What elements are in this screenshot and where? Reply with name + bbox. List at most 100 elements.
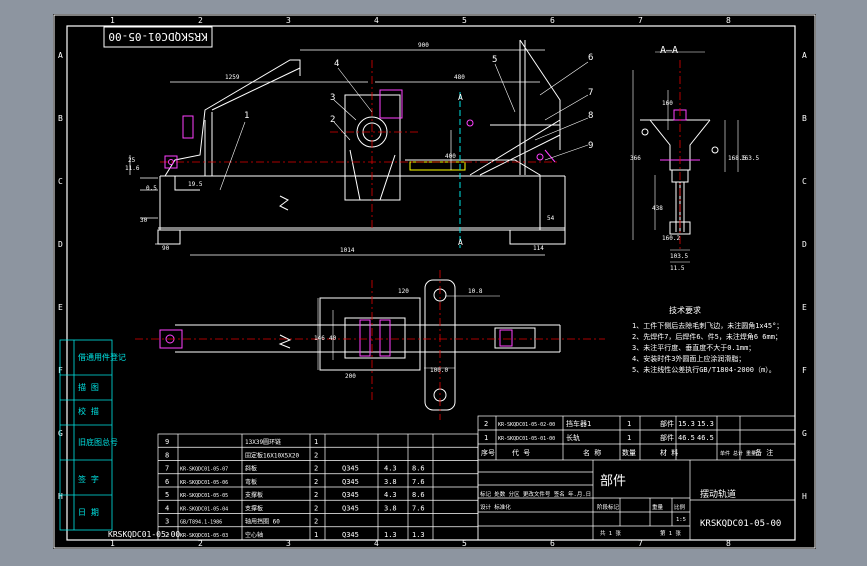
stamp-label: 日 期 [78,508,99,517]
zone-row-left: A [58,51,63,60]
dimension-d108: 10.8 [468,288,483,295]
bom-header-cell: 代 号 [512,448,530,457]
stamp-label: 旧底图总号 [78,437,118,447]
lower-bom-name: 轴用挡圈 60 [245,518,280,526]
bom-cell-material: 部件 [660,419,674,428]
bom-cell-name: 挡车器1 [566,419,591,428]
dimension-d1035: 103.5 [670,253,688,260]
zone-col-top: 6 [550,16,555,25]
corner-drawing-number: KRSKQDC01-05-00 [108,530,180,539]
lower-bom-no: 9 [165,438,169,446]
zone-col-top: 3 [286,16,291,25]
lower-bom-material: Q345 [342,478,359,486]
zone-row-right: G [802,429,807,438]
bom-cell-unit-weight: 46.5 [678,434,695,442]
lower-bom-qty: 2 [314,465,318,473]
title-block-label: 部件 [600,474,626,489]
lower-bom-qty: 2 [314,451,318,459]
balloon-7: 7 [588,88,593,98]
section-title: A—A [660,45,678,56]
lower-bom-name: 固定板16X10X5X20 [245,451,300,459]
lower-bom-no: 3 [165,518,169,526]
bom-header-cell: 单件 总计 重量 [720,450,756,457]
lower-bom-code: KR-SKQDC01-05-03 [180,533,228,539]
section-cut-mark: A [458,238,463,247]
lower-bom-total-weight: 8.6 [412,465,425,473]
title-block-sheets: 共 1 张 [600,529,621,537]
lower-bom-qty: 2 [314,478,318,486]
lower-bom-unit-weight: 4.3 [384,491,397,499]
bom-header-cell: 数量 [622,448,636,457]
lower-bom-name: 支撑板 [245,504,263,512]
lower-bom-total-weight: 1.3 [412,531,425,539]
lower-bom-name: 支撑板 [245,491,263,499]
dimension-d195: 19.5 [188,181,203,188]
dimension-d400: 400 [445,153,456,160]
zone-row-left: D [58,240,63,249]
title-block-ratio: 比例 [674,503,686,511]
lower-bom-no: 8 [165,451,169,459]
lower-bom-material: Q345 [342,491,359,499]
bom-cell-name: 长轨 [566,433,580,442]
lower-bom-no: 7 [165,465,169,473]
dimension-d54: 54 [547,215,555,222]
zone-row-left: E [58,303,63,312]
zone-col-bottom: 1 [110,539,115,548]
lower-bom-no: 4 [165,504,169,512]
dimension-d1259: 1259 [225,74,240,81]
zone-col-top: 5 [462,16,467,25]
bom-header-cell: 备 注 [755,448,773,457]
zone-row-left: C [58,177,63,186]
dimension-d1014: 1014 [340,247,355,254]
dimension-d100: 100.0 [430,367,448,374]
drawing-title: 摆动轨道 [700,488,736,500]
dimension-d1602: 160.2 [662,235,680,242]
lower-bom-unit-weight: 4.3 [384,465,397,473]
dimension-d30: 30 [140,217,148,224]
zone-row-left: B [58,114,63,123]
lower-bom-code: KR-SKQDC01-05-07 [180,467,228,473]
dimension-d200: 200 [345,373,356,380]
lower-bom-qty: 2 [314,491,318,499]
zone-row-right: B [802,114,807,123]
stamp-label: 校 描 [78,406,99,416]
zone-col-top: 4 [374,16,379,25]
zone-row-right: H [802,492,807,501]
lower-bom-material: Q345 [342,465,359,473]
bom-cell-qty: 1 [627,434,631,442]
title-block-sheet: 第 1 张 [660,529,681,537]
bom-cell-total-weight: 46.5 [697,434,714,442]
stamp-label: 签 字 [78,474,99,484]
bom-header-cell: 材 料 [660,448,678,457]
lower-bom-qty: 2 [314,504,318,512]
drawing-number-rotated: KRSKQDC01-05-00 [108,30,207,43]
lower-bom-total-weight: 7.6 [412,478,425,486]
balloon-5: 5 [492,55,497,65]
lower-bom-name: 13X39圆环链 [245,438,281,446]
bom-cell-total-weight: 15.3 [697,420,714,428]
title-block-scale: 1:5 [676,517,686,523]
lower-bom-code: KR-SKQDC01-05-04 [180,506,228,512]
lower-bom-name: 空心轴 [245,531,263,539]
bom-cell-code: KR-SKQDC01-05-01-00 [498,436,555,442]
tech-note-line: 4、安装时件3外圆面上应涂润滑脂； [632,354,745,363]
tech-note-line: 1、工件下侧后去除毛刺飞边，未注圆角1x45°； [632,321,783,330]
lower-bom-no: 6 [165,478,169,486]
stamp-label: 借通用件登记 [78,352,126,362]
dimension-d25: 25 [128,157,136,164]
dimension-d900: 900 [418,42,429,49]
tech-note-line: 2、先焊件7，后焊件6、件5，未注焊角6 6mm； [632,332,782,341]
dimension-d1635: 163.5 [741,155,759,162]
zone-col-top: 1 [110,16,115,25]
zone-col-top: 7 [638,16,643,25]
cad-viewport[interactable]: A A B B C C D D E E F F G G H H 1 1 2 2 3 3 4 4 5 5 6 6 7 7 8 8 KRSKQD… [0,0,867,562]
title-block-revision-row: 标记 处数 分区 更改文件号 签名 年.月.日 [480,490,591,498]
tech-notes-title: 技术要求 [669,305,701,315]
zone-col-top: 8 [726,16,731,25]
lower-bom-qty: 1 [314,438,318,446]
drawing-number-title-block: KRSKQDC01-05-00 [700,519,781,529]
lower-bom-no: 5 [165,491,169,499]
lower-bom-total-weight: 7.6 [412,504,425,512]
dimension-d114: 114 [533,245,544,252]
bom-cell-material: 部件 [660,433,674,442]
